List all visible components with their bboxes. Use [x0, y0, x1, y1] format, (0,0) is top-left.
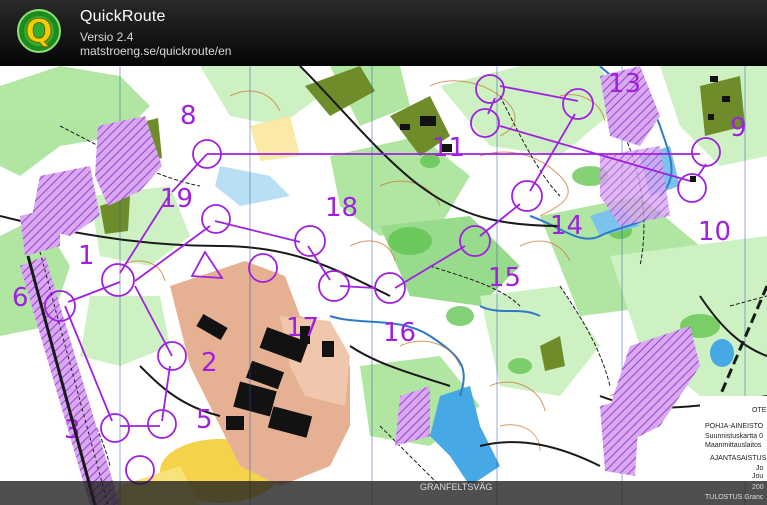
- footer-overlay: GRANFELTSVÄG 200 TULOSTUS Granc: [0, 481, 767, 505]
- control-number-13: 13: [608, 69, 641, 99]
- control-number-17: 17: [286, 313, 319, 343]
- control-number-10: 10: [698, 217, 731, 247]
- app-url[interactable]: matstroeng.se/quickroute/en: [80, 44, 231, 58]
- map-label-street: GRANFELTSVÄG: [420, 482, 493, 492]
- map-label-year: 200: [752, 484, 764, 491]
- control-number-15: 15: [488, 263, 521, 293]
- map-label-pohja: POHJA-AINEISTO: [705, 423, 764, 430]
- map-label-tulostus: TULOSTUS Granc: [705, 494, 764, 501]
- map-label-ajantasaistus: AJANTASAISTUS: [710, 455, 767, 462]
- app-title: QuickRoute: [80, 8, 166, 25]
- map-label-jo2: Jou: [752, 473, 764, 480]
- control-number-5: 5: [196, 405, 213, 435]
- orienteering-map[interactable]: 8 19 1 6 2 3 5 18 17 16 15 14 11 13 9 10…: [0, 66, 767, 505]
- control-number-16: 16: [383, 318, 416, 348]
- control-number-1: 1: [78, 241, 95, 271]
- control-number-6: 6: [12, 283, 29, 313]
- quickroute-logo-icon: Q: [17, 9, 61, 53]
- control-number-14: 14: [550, 211, 583, 241]
- control-number-11: 11: [432, 133, 465, 163]
- svg-text:Q: Q: [25, 12, 52, 50]
- map-label-suunnistus: Suunnistuskartta 0: [705, 433, 763, 440]
- map-canvas[interactable]: 8 19 1 6 2 3 5 18 17 16 15 14 11 13 9 10: [0, 66, 767, 505]
- app-version: Versio 2.4: [80, 30, 134, 44]
- map-label-ote: OTE: [752, 407, 767, 414]
- control-number-8: 8: [180, 101, 197, 131]
- control-number-9: 9: [730, 113, 747, 143]
- map-label-maanmittaus: Maanmittauslaitos: [705, 442, 762, 449]
- control-number-18: 18: [325, 193, 358, 223]
- control-number-19: 19: [160, 184, 193, 214]
- control-number-2: 2: [201, 348, 218, 378]
- title-bar: Q QuickRoute Versio 2.4 matstroeng.se/qu…: [0, 0, 767, 66]
